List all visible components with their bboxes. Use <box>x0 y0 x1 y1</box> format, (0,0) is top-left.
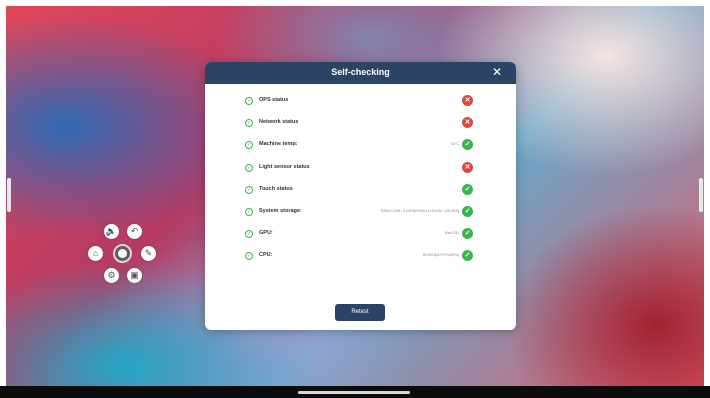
check-circle-icon: ✓ <box>245 97 253 105</box>
ok-icon: ✓ <box>462 228 473 240</box>
item-label: Touch status <box>259 185 293 192</box>
retest-button[interactable]: Retest <box>335 304 385 321</box>
home-indicator[interactable] <box>298 391 410 394</box>
left-edge-handle[interactable] <box>7 178 11 212</box>
item-label: System storage: <box>259 207 302 214</box>
self-check-list: ✓ OPS status ✕ ✓ Network status ✕ ✓ Mach… <box>238 91 478 269</box>
item-value: RK3576(A72*4+A55*4) <box>422 253 459 258</box>
dialog-header: Self-checking ✕ <box>205 62 516 84</box>
ok-icon: ✓ <box>462 139 473 151</box>
right-edge-handle[interactable] <box>699 178 703 212</box>
list-item: ✓ GPU: Mali-G52 ✓ <box>238 224 478 246</box>
check-circle-icon: ✓ <box>245 119 253 128</box>
list-item: ✓ OPS status ✕ <box>238 91 478 113</box>
ok-icon: ✓ <box>462 205 473 217</box>
list-item: ✓ Light sensor status ✕ <box>238 158 478 180</box>
check-circle-icon: ✓ <box>245 163 253 172</box>
fail-icon: ✕ <box>462 161 473 173</box>
fail-icon: ✕ <box>462 117 473 129</box>
volume-icon[interactable]: 🔈 <box>104 224 119 239</box>
item-label: Network status <box>259 119 299 126</box>
check-circle-icon: ✓ <box>245 230 253 239</box>
back-icon[interactable]: ↶ <box>127 224 142 239</box>
annotate-icon[interactable]: ✎ <box>141 246 156 261</box>
fail-icon: ✕ <box>462 95 473 106</box>
list-item: ✓ CPU: RK3576(A72*4+A55*4) ✓ <box>238 246 478 268</box>
item-value: 43°C <box>451 142 459 147</box>
item-label: OPS status <box>259 97 289 103</box>
self-checking-dialog: Self-checking ✕ ✓ OPS status ✕ ✓ Network… <box>205 62 516 330</box>
list-item: ✓ Machine temp: 43°C ✓ <box>238 135 478 157</box>
check-circle-icon: ✓ <box>245 185 253 194</box>
list-item: ✓ Network status ✕ <box>238 113 478 135</box>
item-label: Machine temp: <box>259 141 298 148</box>
check-circle-icon: ✓ <box>245 252 253 261</box>
home-icon[interactable]: ⌂ <box>88 246 103 261</box>
ok-icon: ✓ <box>462 183 473 195</box>
screenshot-icon[interactable]: ▣ <box>127 268 142 283</box>
list-item: ✓ Touch status ✓ <box>238 180 478 202</box>
item-value: RAM(3.1208 / 8.00GB)ROM(113.84GB / 128.0… <box>380 208 459 213</box>
ok-icon: ✓ <box>462 250 473 262</box>
close-icon[interactable]: ✕ <box>492 65 502 79</box>
list-item: ✓ System storage: RAM(3.1208 / 8.00GB)RO… <box>238 202 478 224</box>
item-label: GPU: <box>259 230 273 237</box>
settings-icon[interactable]: ⚙ <box>104 268 119 283</box>
item-label: CPU: <box>259 252 273 259</box>
floating-menu-center-button[interactable] <box>113 244 132 263</box>
item-value: Mali-G52 <box>444 231 459 236</box>
check-circle-icon: ✓ <box>245 141 253 150</box>
item-label: Light sensor status <box>259 163 310 170</box>
check-circle-icon: ✓ <box>245 207 253 216</box>
dialog-title: Self-checking <box>331 67 390 77</box>
